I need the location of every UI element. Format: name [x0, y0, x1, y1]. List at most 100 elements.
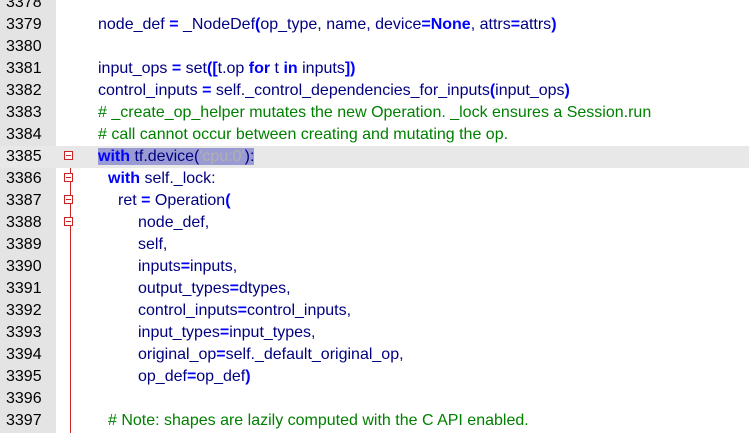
code-text[interactable]: with tf.device('cpu:0'):	[98, 146, 255, 168]
code-token: node_def	[98, 16, 170, 33]
code-token: inputs	[297, 60, 345, 77]
line-number: 3382	[6, 82, 42, 99]
code-token: ret	[118, 192, 142, 209]
code-token: =	[169, 16, 179, 33]
code-token: self._lock:	[140, 170, 216, 187]
code-line[interactable]: 3383 # _create_op_helper mutates the new …	[0, 102, 749, 124]
code-line[interactable]: 3378	[0, 0, 749, 14]
code-token: Operation	[150, 192, 226, 209]
code-token: self._default_original_op,	[225, 346, 404, 363]
line-number: 3385	[6, 148, 42, 165]
code-line[interactable]: 3394 original_op=self._default_original_o…	[0, 344, 749, 366]
code-token: _NodeDef	[178, 16, 256, 33]
line-number: 3390	[6, 258, 42, 275]
code-line[interactable]: 3386 with self._lock:	[0, 168, 749, 190]
code-line[interactable]: 3390 inputs=inputs,	[0, 256, 749, 278]
code-text[interactable]: self,	[138, 234, 167, 256]
code-token: control_inputs,	[246, 302, 352, 319]
code-line[interactable]: 3389 self,	[0, 234, 749, 256]
code-token: =	[237, 302, 247, 319]
code-token: =	[180, 258, 191, 275]
code-token: self._control_dependencies_for_inputs	[211, 82, 490, 99]
code-line[interactable]: 3385 with tf.device('cpu:0'):	[0, 146, 749, 168]
code-text[interactable]: original_op=self._default_original_op,	[138, 344, 404, 366]
code-token: input_types	[138, 324, 220, 341]
code-token: node_def,	[138, 214, 210, 231]
line-number: 3392	[6, 302, 42, 319]
line-number: 3379	[6, 16, 42, 33]
code-token: =	[216, 346, 226, 363]
line-number: 3386	[6, 170, 42, 187]
code-token: op_type, name, device	[260, 16, 422, 33]
code-text[interactable]: inputs=inputs,	[138, 256, 237, 278]
code-line[interactable]: 3384 # call cannot occur between creating…	[0, 124, 749, 146]
code-editor[interactable]: 3378 3379 node_def = _NodeDef(op_type, nam…	[0, 0, 749, 433]
code-text[interactable]: op_def=op_def)	[138, 366, 251, 388]
code-text[interactable]: control_inputs=control_inputs,	[138, 300, 351, 322]
fold-collapse-icon[interactable]	[64, 173, 73, 182]
code-token: dtypes,	[238, 280, 291, 297]
line-number: 3394	[6, 346, 42, 363]
code-lines[interactable]: 3378 3379 node_def = _NodeDef(op_type, nam…	[0, 0, 749, 432]
code-token: original_op	[138, 346, 217, 363]
code-token: # call cannot occur between creating and…	[98, 126, 509, 143]
line-number: 3389	[6, 236, 42, 253]
code-token: in	[283, 60, 298, 77]
code-token: )	[551, 16, 557, 33]
code-text[interactable]: with self._lock:	[108, 168, 216, 190]
code-token: inputs,	[190, 258, 238, 275]
code-line[interactable]: 3381 input_ops = set([t.op for t in input…	[0, 58, 749, 80]
code-line[interactable]: 3397 # Note: shapes are lazily computed w…	[0, 410, 749, 432]
code-text[interactable]: # Note: shapes are lazily computed with …	[108, 410, 529, 432]
code-token: attrs	[520, 16, 552, 33]
line-number: 3395	[6, 368, 42, 385]
fold-collapse-icon[interactable]	[64, 195, 73, 204]
code-token: =	[202, 82, 212, 99]
code-token: t	[270, 60, 284, 77]
code-token: input_ops	[98, 60, 172, 77]
code-token: input_types,	[229, 324, 316, 341]
line-number: 3384	[6, 126, 42, 143]
code-token: None	[430, 16, 471, 33]
code-line[interactable]: 3392 control_inputs=control_inputs,	[0, 300, 749, 322]
code-text[interactable]: input_ops = set([t.op for t in inputs])	[98, 58, 355, 80]
code-token: output_types	[138, 280, 230, 297]
code-text[interactable]: # call cannot occur between creating and…	[98, 124, 508, 146]
code-text[interactable]: # _create_op_helper mutates the new Oper…	[98, 102, 651, 124]
code-text[interactable]: control_inputs = self._control_dependenc…	[98, 80, 570, 102]
code-line[interactable]: 3380	[0, 36, 749, 58]
code-line[interactable]: 3396	[0, 388, 749, 410]
code-token: control_inputs	[138, 302, 238, 319]
code-line[interactable]: 3395 op_def=op_def)	[0, 366, 749, 388]
code-token: )	[564, 82, 570, 99]
code-text[interactable]: ret = Operation(	[118, 190, 231, 212]
code-line[interactable]: 3393 input_types=input_types,	[0, 322, 749, 344]
line-number: 3378	[6, 0, 42, 11]
fold-collapse-icon[interactable]	[64, 217, 73, 226]
line-number: 3397	[6, 412, 42, 429]
code-token: (	[225, 192, 231, 209]
fold-collapse-icon[interactable]	[64, 151, 73, 160]
code-token: with	[108, 170, 140, 187]
code-line[interactable]: 3379 node_def = _NodeDef(op_type, name, d…	[0, 14, 749, 36]
line-number: 3387	[6, 192, 42, 209]
code-line[interactable]: 3382 control_inputs = self._control_depen…	[0, 80, 749, 102]
code-token: t.op	[217, 60, 249, 77]
code-token: # _create_op_helper mutates the new Oper…	[98, 104, 652, 121]
code-text[interactable]: node_def,	[138, 212, 209, 234]
line-number: 3383	[6, 104, 42, 121]
code-token: # Note: shapes are lazily computed with …	[108, 412, 529, 429]
line-number: 3388	[6, 214, 42, 231]
code-text[interactable]: node_def = _NodeDef(op_type, name, devic…	[98, 14, 557, 36]
code-token: self,	[138, 236, 168, 253]
line-number: 3391	[6, 280, 42, 297]
code-line[interactable]: 3388 node_def,	[0, 212, 749, 234]
code-text[interactable]: input_types=input_types,	[138, 322, 315, 344]
code-text[interactable]: output_types=dtypes,	[138, 278, 291, 300]
code-token: tf.device(	[130, 148, 200, 165]
code-token: control_inputs	[98, 82, 203, 99]
code-token: inputs	[138, 258, 181, 275]
code-line[interactable]: 3387 ret = Operation(	[0, 190, 749, 212]
code-token: set	[181, 60, 207, 77]
code-line[interactable]: 3391 output_types=dtypes,	[0, 278, 749, 300]
